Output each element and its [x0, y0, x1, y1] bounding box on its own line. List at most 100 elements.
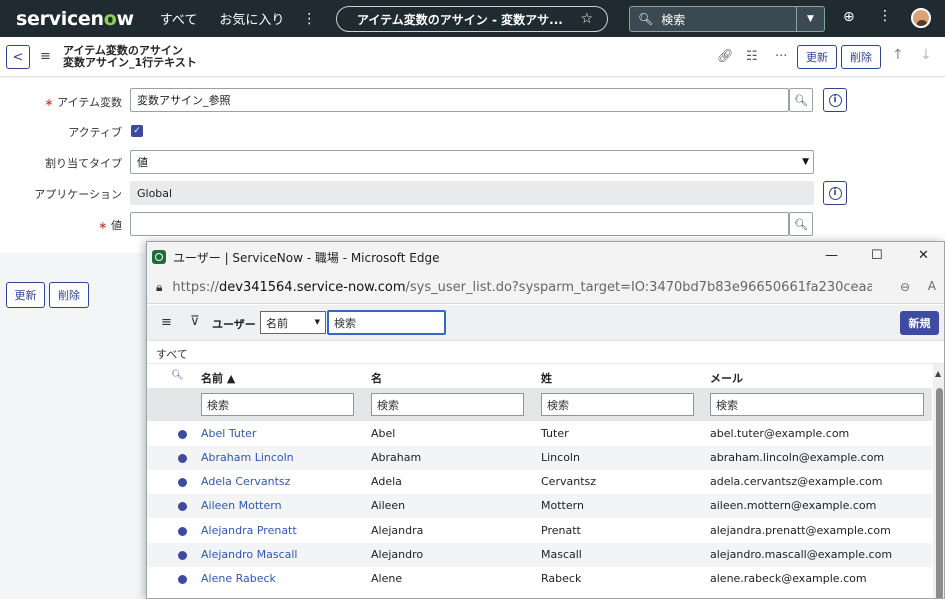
cell-name[interactable]: Abel Tuter [201, 427, 256, 440]
bottom-delete-button[interactable]: 削除 [49, 282, 89, 308]
filter-first-input[interactable]: 検索 [371, 393, 524, 416]
cell-name[interactable]: Abraham Lincoln [201, 451, 294, 464]
filter-email-input[interactable]: 検索 [710, 393, 924, 416]
record-status-icon[interactable] [178, 575, 187, 584]
column-filter-row: 検索 検索 検索 検索 [147, 388, 932, 421]
filter-last-input[interactable]: 検索 [541, 393, 694, 416]
url-text[interactable]: https://dev341564.service-now.com/sys_us… [172, 280, 872, 295]
active-checkbox[interactable]: ✓ [131, 125, 143, 137]
item-variable-lookup-button[interactable]: 🔍︎ [789, 88, 813, 112]
star-icon[interactable]: ☆ [580, 11, 593, 27]
table-row[interactable]: Alene Rabeck Alene Rabeck alene.rabeck@e… [147, 567, 932, 591]
column-search-icon[interactable]: 🔍︎ [171, 370, 184, 381]
item-variable-info-button[interactable]: i [823, 88, 847, 112]
menu-icon[interactable]: ≡ [40, 49, 51, 64]
top-nav: servicenow すべて お気に入り ⋮ アイテム変数のアサイン - 変数ア… [0, 0, 945, 37]
list-menu-icon[interactable]: ≡ [161, 315, 172, 330]
value-label: ∗ 値 [98, 219, 122, 232]
arrow-up-icon[interactable]: ↑ [892, 47, 904, 63]
search-scope-dropdown[interactable]: ▼ [796, 7, 824, 31]
filter-name-input[interactable]: 検索 [201, 393, 354, 416]
global-search[interactable]: 🔍︎ 検索 ▼ [629, 6, 825, 32]
close-icon[interactable]: ✕ [918, 248, 929, 263]
search-field-value: 名前 [266, 316, 288, 330]
maximize-icon[interactable]: ☐ [871, 248, 883, 263]
column-header-email[interactable]: メール [710, 370, 743, 386]
chevron-down-icon: ▼ [314, 318, 320, 326]
cell-name[interactable]: Adela Cervantsz [201, 475, 290, 488]
more-actions-icon[interactable]: ··· [775, 49, 787, 64]
globe-icon[interactable]: ⊕ [843, 9, 855, 25]
table-header: 🔍︎ 名前 ▲ 名 姓 メール [147, 364, 932, 388]
new-button[interactable]: 新規 [900, 311, 939, 335]
info-icon: i [828, 186, 842, 200]
user-avatar[interactable] [911, 8, 931, 28]
column-header-name[interactable]: 名前 ▲ [201, 370, 235, 386]
scrollbar-thumb[interactable] [936, 388, 943, 598]
cell-first: Alejandro [371, 548, 424, 561]
application-info-button[interactable]: i [823, 181, 847, 205]
nav-all[interactable]: すべて [160, 9, 198, 28]
cell-email: abel.tuter@example.com [710, 427, 850, 440]
value-lookup-button[interactable]: 🔍︎ [789, 212, 813, 236]
table-row[interactable]: Aileen Mottern Aileen Mottern aileen.mot… [147, 494, 932, 518]
table-row[interactable]: Adela Cervantsz Adela Cervantsz adela.ce… [147, 470, 932, 494]
cell-name[interactable]: Aileen Mottern [201, 499, 282, 512]
filter-icon[interactable]: ⊽ [190, 314, 200, 329]
vertical-scrollbar[interactable]: ▲ [933, 364, 944, 598]
record-status-icon[interactable] [178, 478, 187, 487]
cell-name[interactable]: Alejandra Prenatt [201, 524, 297, 537]
read-aloud-icon[interactable]: A [928, 279, 936, 293]
value-field[interactable] [130, 212, 789, 236]
search-icon: 🔍︎ [794, 93, 808, 107]
lock-icon[interactable]: 🔒︎ [156, 280, 162, 295]
table-row[interactable]: Abel Tuter Abel Tuter abel.tuter@example… [147, 422, 932, 446]
cell-first: Aileen [371, 499, 406, 512]
more-options-icon[interactable]: ⋮ [878, 8, 892, 24]
record-status-icon[interactable] [178, 502, 187, 511]
bottom-update-button[interactable]: 更新 [6, 282, 45, 308]
search-icon: 🔍︎ [638, 12, 654, 26]
application-field: Global [130, 181, 814, 205]
nav-favorites[interactable]: お気に入り [219, 9, 284, 28]
record-status-icon[interactable] [178, 454, 187, 463]
search-field-select[interactable]: 名前 ▼ [260, 311, 326, 334]
scroll-up-icon[interactable]: ▲ [935, 369, 941, 378]
item-variable-field[interactable]: 変数アサイン_参照 [130, 88, 789, 112]
zoom-out-icon[interactable]: ⊖ [900, 280, 910, 294]
logo-text-o: o [103, 7, 117, 30]
assign-type-select[interactable]: 値 ▼ [130, 150, 814, 174]
assign-type-value: 値 [137, 156, 148, 169]
breadcrumb[interactable]: すべて [147, 342, 944, 364]
cell-email: abraham.lincoln@example.com [710, 451, 885, 464]
record-status-icon[interactable] [178, 430, 187, 439]
cell-first: Adela [371, 475, 402, 488]
table-row[interactable]: Alejandra Prenatt Alejandra Prenatt alej… [147, 519, 932, 543]
cell-first: Abel [371, 427, 396, 440]
cell-email: aileen.mottern@example.com [710, 499, 877, 512]
table-row[interactable]: Alejandro Mascall Alejandro Mascall alej… [147, 543, 932, 567]
list-toolbar: ≡ ⊽ ユーザー 名前 ▼ 検索 新規 [147, 305, 944, 341]
back-button[interactable]: < [6, 45, 30, 69]
column-header-last[interactable]: 姓 [541, 370, 552, 386]
update-button[interactable]: 更新 [797, 45, 837, 69]
attachment-icon[interactable]: 🔗︎ [717, 49, 734, 64]
settings-sliders-icon[interactable]: ☷ [746, 49, 758, 64]
cell-name[interactable]: Alejandro Mascall [201, 548, 297, 561]
column-header-first[interactable]: 名 [371, 370, 382, 386]
address-bar[interactable]: 🔒︎ https://dev341564.service-now.com/sys… [147, 272, 944, 304]
record-status-icon[interactable] [178, 527, 187, 536]
arrow-down-icon[interactable]: ↓ [920, 47, 932, 63]
table-row[interactable]: Abraham Lincoln Abraham Lincoln abraham.… [147, 446, 932, 470]
servicenow-logo[interactable]: servicenow [16, 8, 134, 30]
delete-button[interactable]: 削除 [841, 45, 881, 69]
context-title-pill[interactable]: アイテム変数のアサイン - 変数アサ... ☆ [336, 6, 608, 32]
cell-name[interactable]: Alene Rabeck [201, 572, 276, 585]
list-search-input[interactable]: 検索 [327, 310, 446, 335]
minimize-icon[interactable]: — [825, 248, 838, 263]
record-status-icon[interactable] [178, 551, 187, 560]
application-label: アプリケーション [34, 188, 122, 201]
servicenow-app-icon [152, 250, 166, 264]
chevron-down-icon: ▼ [802, 157, 809, 167]
nav-more-icon[interactable]: ⋮ [302, 11, 316, 27]
